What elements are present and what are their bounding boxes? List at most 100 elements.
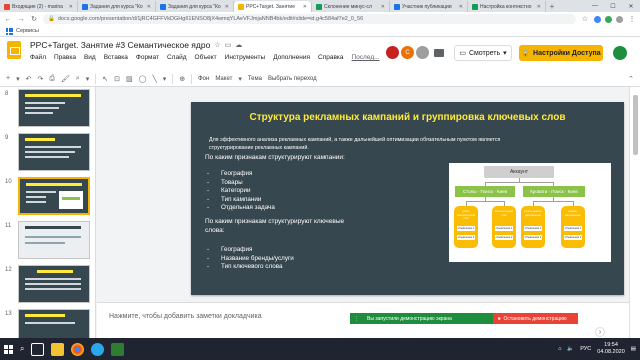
clock[interactable]: 19:54 04.08.2020 bbox=[597, 342, 625, 356]
notifications-icon[interactable]: ▤ bbox=[631, 346, 636, 352]
url-field[interactable]: 🔒 docs.google.com/presentation/d/1jRC4GF… bbox=[43, 14, 576, 24]
line-icon[interactable]: ╲ bbox=[153, 75, 157, 83]
menu-help[interactable]: Справка bbox=[318, 54, 344, 61]
extension-icon[interactable] bbox=[605, 15, 612, 23]
task-view-icon[interactable] bbox=[31, 342, 45, 356]
speaker-notes-placeholder[interactable]: Нажмите, чтобы добавить заметки докладчи… bbox=[109, 313, 262, 320]
redo-icon[interactable]: ↷ bbox=[37, 75, 43, 83]
avatar[interactable] bbox=[416, 46, 429, 59]
explorer-icon[interactable] bbox=[51, 342, 65, 356]
menu-tools[interactable]: Инструменты bbox=[225, 54, 266, 61]
slide-thumbnail-row[interactable]: 13 bbox=[0, 307, 95, 338]
new-tab-button[interactable]: + bbox=[546, 1, 558, 12]
app-icon[interactable] bbox=[111, 342, 125, 356]
speaker-notes[interactable]: Нажмите, чтобы добавить заметки докладчи… bbox=[97, 302, 629, 338]
slide-thumbnail[interactable] bbox=[18, 89, 90, 127]
transition-button[interactable]: Выбрать переход bbox=[268, 76, 317, 82]
vertical-scrollbar[interactable] bbox=[629, 87, 640, 338]
keyword-criteria-list[interactable]: География Название бренды/услуги Тип клю… bbox=[207, 246, 294, 272]
profile-icon[interactable] bbox=[616, 15, 623, 23]
share-button[interactable]: 🔒 Настройки Доступа bbox=[519, 45, 603, 61]
collapse-toolbar-icon[interactable]: ⌃ bbox=[628, 75, 634, 83]
extension-icon[interactable] bbox=[594, 15, 601, 23]
document-title[interactable]: PPC+Target. Занятие #3 Семантическое ядр… bbox=[30, 40, 210, 50]
stop-sharing-button[interactable]: ⏹ Остановить демонстрацию bbox=[493, 313, 578, 324]
drag-handle-icon[interactable]: ⋮ bbox=[354, 316, 359, 322]
language-indicator[interactable]: РУС bbox=[580, 346, 591, 352]
image-icon[interactable]: ▨ bbox=[126, 75, 133, 83]
menu-edit[interactable]: Правка bbox=[54, 54, 76, 61]
menu-insert[interactable]: Вставка bbox=[104, 54, 128, 61]
slide-canvas[interactable]: Структура рекламных кампаний и группиров… bbox=[191, 102, 624, 295]
menu-format[interactable]: Формат bbox=[136, 54, 159, 61]
close-window-icon[interactable]: ✕ bbox=[622, 0, 640, 12]
browser-tab[interactable]: PPC+Target. Занятие ✕ bbox=[234, 1, 312, 12]
slide-thumbnail[interactable] bbox=[18, 309, 90, 338]
star-icon[interactable]: ☆ bbox=[214, 41, 220, 49]
background-button[interactable]: Фон bbox=[198, 76, 209, 82]
slide-intro-text[interactable]: Для эффективного анализа рекламных кампа… bbox=[209, 136, 527, 152]
browser-tab[interactable]: Склонение минус-сл ✕ bbox=[312, 1, 390, 12]
comment-history-icon[interactable] bbox=[434, 49, 444, 57]
explore-icon[interactable]: › bbox=[595, 327, 605, 337]
slide-thumbnail-row[interactable]: 11 bbox=[0, 219, 95, 263]
slide-thumbnail-row[interactable]: 8 bbox=[0, 87, 95, 131]
slide-thumbnail-row[interactable]: 9 bbox=[0, 131, 95, 175]
shape-icon[interactable]: ◯ bbox=[139, 75, 147, 83]
browser-tab[interactable]: Настройка контекстно ✕ bbox=[468, 1, 546, 12]
close-tab-icon[interactable]: ✕ bbox=[147, 4, 151, 10]
close-tab-icon[interactable]: ✕ bbox=[69, 4, 73, 10]
campaign-structure-diagram[interactable]: Аккаунт Столы · Поиск · Киев Кровати · П… bbox=[449, 163, 611, 262]
slide-thumbnail[interactable] bbox=[18, 221, 90, 259]
reload-icon[interactable]: ↻ bbox=[30, 15, 38, 23]
slides-logo-icon[interactable] bbox=[7, 41, 21, 59]
undo-icon[interactable]: ↶ bbox=[26, 75, 32, 83]
browser-menu-icon[interactable]: ⋮ bbox=[628, 15, 636, 23]
telegram-icon[interactable] bbox=[91, 342, 105, 356]
menu-file[interactable]: Файл bbox=[30, 54, 46, 61]
close-tab-icon[interactable]: ✕ bbox=[537, 4, 541, 10]
browser-tab[interactable]: Задания для курса "Ко ✕ bbox=[78, 1, 156, 12]
add-comment-icon[interactable]: ⊕ bbox=[179, 75, 185, 83]
browser-tab[interactable]: Задания для курса "Ко ✕ bbox=[156, 1, 234, 12]
select-cursor-icon[interactable]: ↖ bbox=[102, 75, 108, 83]
present-button[interactable]: ▭ Смотреть ▾ bbox=[454, 45, 512, 61]
keyword-criteria-heading-cont[interactable]: слова: bbox=[205, 227, 225, 234]
chevron-down-icon[interactable]: ▾ bbox=[238, 75, 242, 83]
slide-title[interactable]: Структура рекламных кампаний и группиров… bbox=[191, 112, 624, 123]
volume-icon[interactable]: 🔈 bbox=[567, 346, 574, 352]
chevron-down-icon[interactable]: ▾ bbox=[163, 75, 167, 83]
user-avatar[interactable] bbox=[613, 46, 627, 60]
slide-thumbnail-row[interactable]: 10 bbox=[0, 175, 95, 219]
scrollbar-thumb[interactable] bbox=[633, 95, 638, 155]
new-slide-icon[interactable]: + bbox=[6, 75, 10, 82]
close-tab-icon[interactable]: ✕ bbox=[459, 4, 463, 10]
zoom-icon[interactable]: ⌕ bbox=[76, 75, 80, 83]
back-icon[interactable]: ← bbox=[4, 16, 12, 23]
chevron-down-icon[interactable]: ▾ bbox=[16, 75, 20, 83]
move-folder-icon[interactable]: ▭ bbox=[225, 41, 232, 49]
slide-thumbnail-selected[interactable] bbox=[18, 177, 90, 215]
text-box-icon[interactable]: ⊡ bbox=[114, 75, 120, 83]
menu-addons[interactable]: Дополнения bbox=[273, 54, 310, 61]
campaign-criteria-list[interactable]: География Товары Категории Тип кампании … bbox=[207, 170, 275, 213]
forward-icon[interactable]: → bbox=[17, 16, 25, 23]
chevron-down-icon[interactable]: ▾ bbox=[503, 49, 507, 57]
chrome-icon[interactable] bbox=[71, 342, 85, 356]
bookmark-star-icon[interactable]: ☆ bbox=[581, 15, 589, 23]
slide-thumbnail[interactable] bbox=[18, 133, 90, 171]
browser-tab[interactable]: Входящие (2) - marina ✕ bbox=[0, 1, 78, 12]
maximize-icon[interactable]: ☐ bbox=[604, 0, 622, 12]
paint-format-icon[interactable]: 🖌 bbox=[61, 75, 70, 83]
keyword-criteria-heading[interactable]: По каким признакам структурируют ключевы… bbox=[205, 218, 344, 225]
theme-button[interactable]: Тема bbox=[248, 76, 262, 82]
browser-tab[interactable]: Участник публикации ✕ bbox=[390, 1, 468, 12]
menu-object[interactable]: Объект bbox=[195, 54, 217, 61]
close-tab-icon[interactable]: ✕ bbox=[303, 4, 307, 10]
close-tab-icon[interactable]: ✕ bbox=[381, 4, 385, 10]
avatar[interactable]: C bbox=[401, 46, 414, 59]
slide-thumbnail[interactable] bbox=[18, 265, 90, 303]
print-icon[interactable]: ⎙ bbox=[49, 75, 55, 83]
menu-view[interactable]: Вид bbox=[84, 54, 96, 61]
close-tab-icon[interactable]: ✕ bbox=[225, 4, 229, 10]
